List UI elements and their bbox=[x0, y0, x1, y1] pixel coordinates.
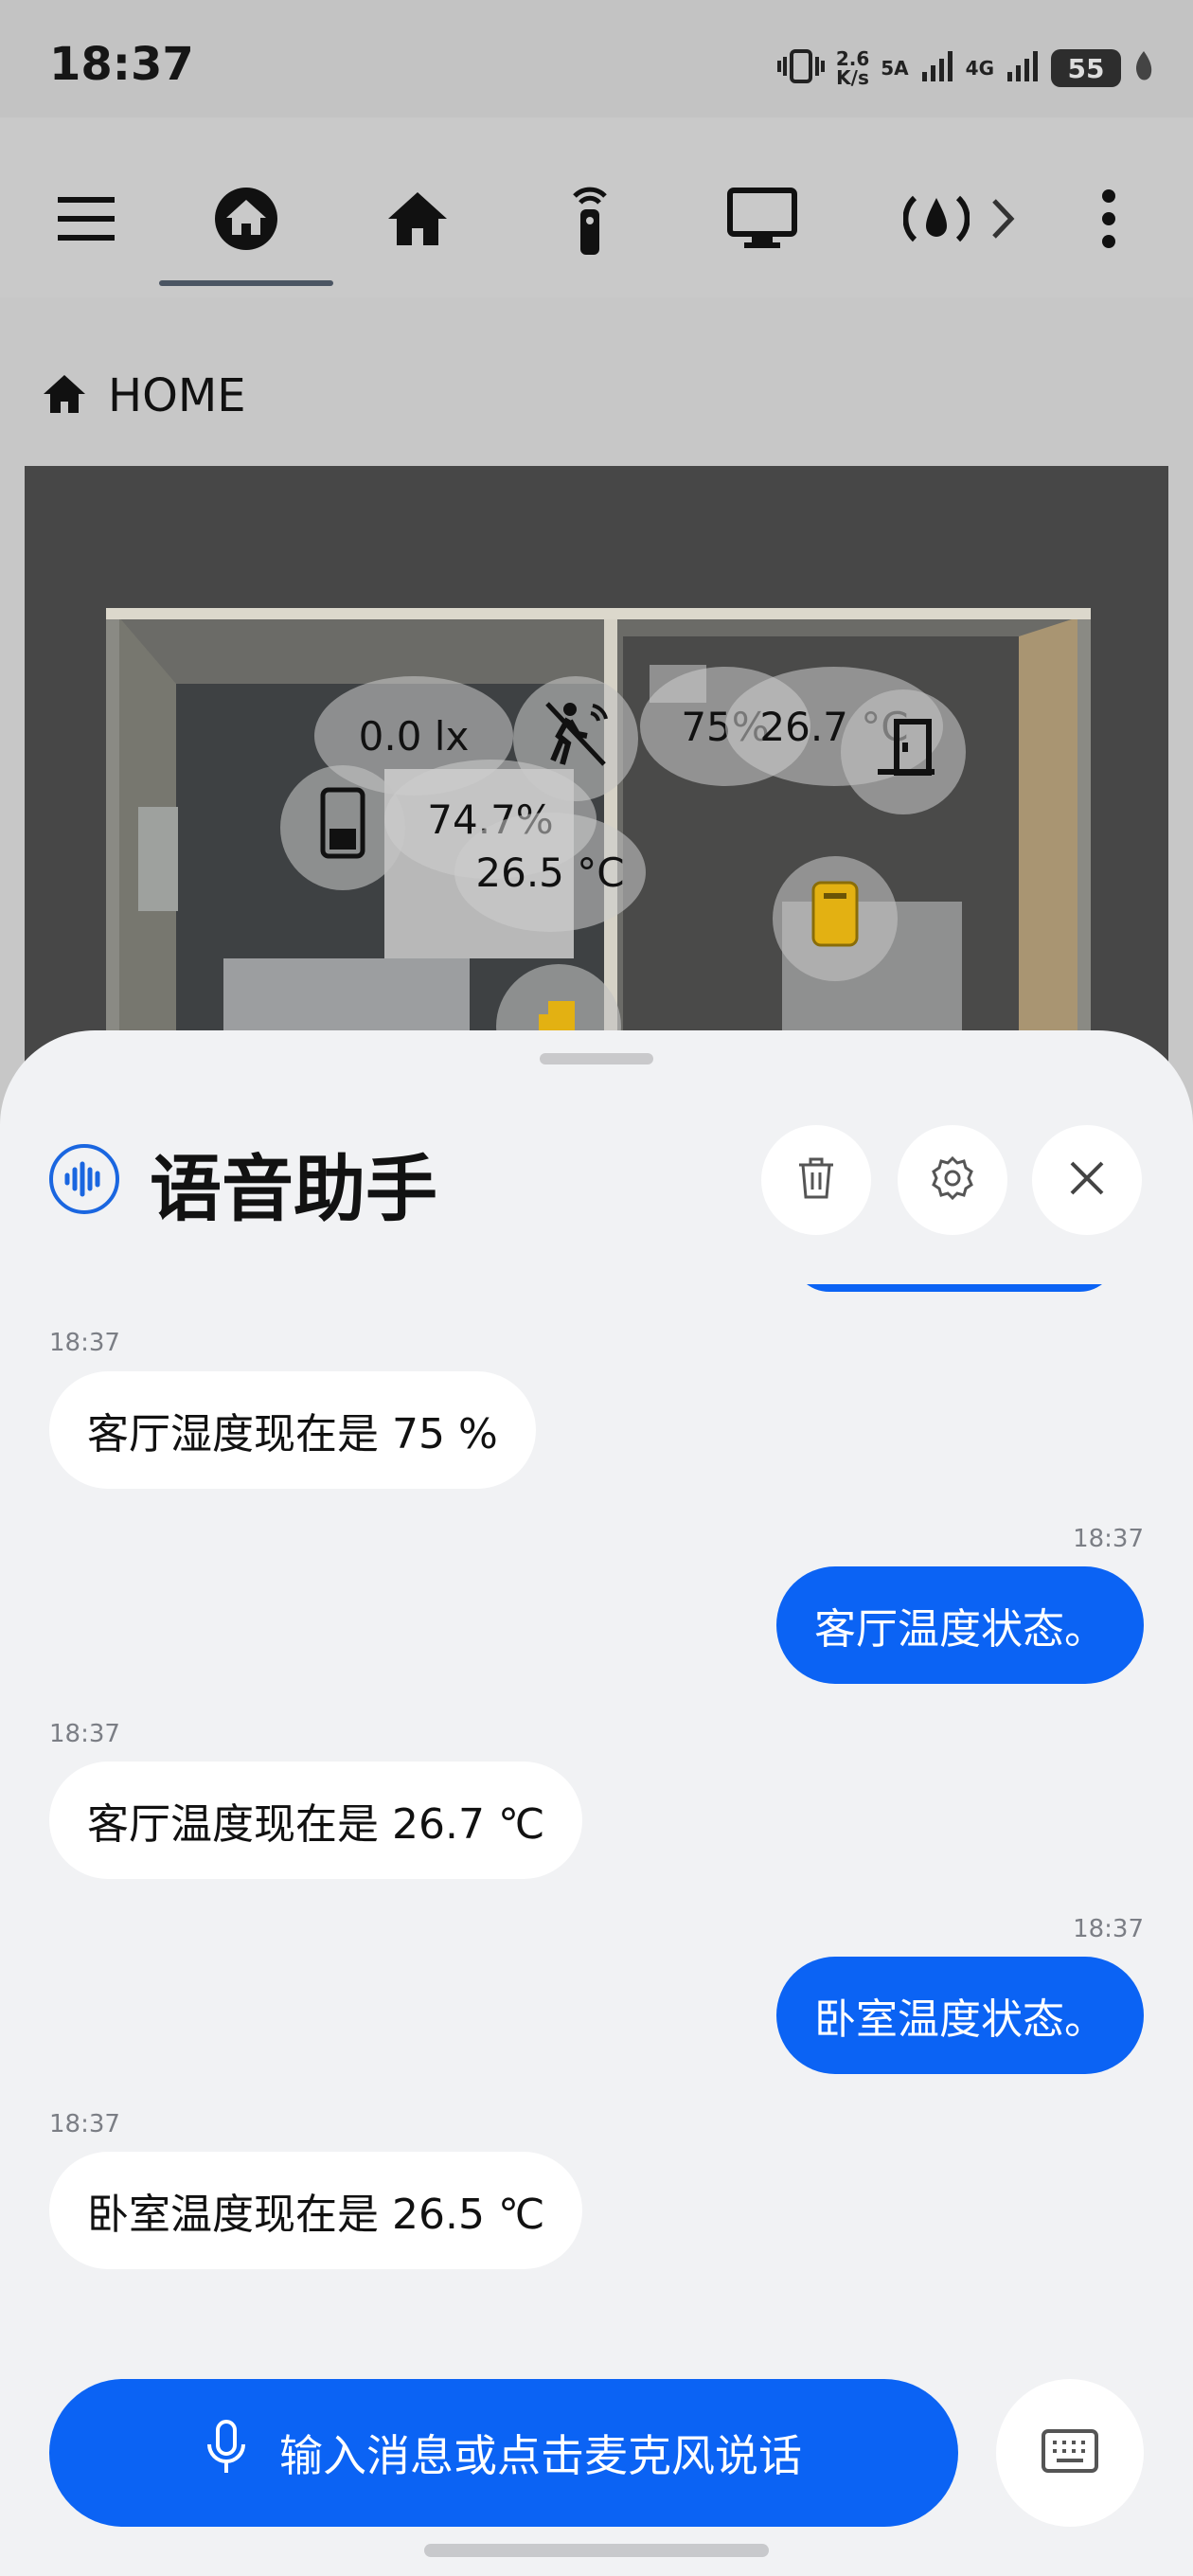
message-timestamp: 18:37 bbox=[49, 1329, 120, 1357]
close-button[interactable] bbox=[1032, 1125, 1142, 1235]
message-timestamp: 18:37 bbox=[1073, 1915, 1144, 1943]
door-sensor[interactable] bbox=[841, 689, 966, 814]
battery-indicator: 55 bbox=[1051, 49, 1121, 87]
keyboard-toggle-button[interactable] bbox=[996, 2379, 1144, 2527]
assistant-title: 语音助手 bbox=[150, 1147, 437, 1231]
tab-home[interactable] bbox=[365, 169, 470, 273]
assistant-message: 客厅温度现在是 26.7 ℃ bbox=[49, 1762, 583, 1879]
bedroom-temperature-value[interactable]: 26.5 °C bbox=[454, 813, 646, 932]
sim2-label: 4G bbox=[965, 57, 994, 80]
home-indicator[interactable] bbox=[424, 2544, 769, 2557]
remote-icon bbox=[561, 181, 618, 260]
status-bar: 18:37 2.6 K/s 5A 4G 55 bbox=[0, 0, 1193, 117]
net-speed-unit: K/s bbox=[836, 66, 869, 89]
message-timestamp: 18:37 bbox=[1073, 1525, 1144, 1553]
chevron-right-icon bbox=[988, 195, 1017, 246]
tabs-scroll-right-button[interactable] bbox=[951, 169, 1055, 273]
selected-tab-indicator bbox=[159, 280, 333, 286]
tab-monitor[interactable] bbox=[710, 169, 814, 273]
user-message: 卧室温度状态。 bbox=[776, 1957, 1144, 2074]
clear-history-button[interactable] bbox=[761, 1125, 871, 1235]
voice-input-button[interactable]: 输入消息或点击麦克风说话 bbox=[49, 2379, 958, 2527]
status-time: 18:37 bbox=[49, 38, 194, 91]
menu-icon bbox=[56, 195, 116, 246]
keyboard-icon bbox=[1042, 2429, 1098, 2477]
input-placeholder: 输入消息或点击麦克风说话 bbox=[279, 2430, 802, 2481]
trash-icon bbox=[795, 1155, 837, 1205]
top-app-bar bbox=[0, 117, 1193, 297]
home-circle-icon bbox=[213, 186, 279, 256]
home-icon bbox=[42, 373, 87, 419]
close-icon bbox=[1068, 1159, 1106, 1201]
tab-remote[interactable] bbox=[538, 169, 642, 273]
monitor-icon bbox=[727, 188, 797, 254]
breadcrumb-label: HOME bbox=[108, 369, 246, 422]
sim1-label: 5A bbox=[881, 57, 909, 80]
more-vert-icon bbox=[1099, 188, 1118, 253]
net-speed: 2.6 K/s bbox=[836, 49, 869, 87]
gear-icon bbox=[930, 1155, 975, 1205]
door-icon bbox=[870, 716, 936, 788]
assistant-message: 客厅湿度现在是 75 % bbox=[49, 1371, 536, 1489]
message-timestamp: 18:37 bbox=[49, 1720, 120, 1748]
home-icon bbox=[386, 190, 449, 251]
more-options-button[interactable] bbox=[1057, 169, 1161, 273]
leaf-icon bbox=[1132, 49, 1155, 87]
sheet-drag-handle[interactable] bbox=[540, 1053, 653, 1064]
menu-button[interactable] bbox=[34, 169, 138, 273]
air-purifier-icon bbox=[810, 880, 860, 957]
status-icons: 2.6 K/s 5A 4G 55 bbox=[776, 42, 1155, 95]
signal-icon bbox=[920, 49, 954, 87]
signal-icon-2 bbox=[1006, 49, 1040, 87]
settings-button[interactable] bbox=[898, 1125, 1007, 1235]
net-speed-value: 2.6 bbox=[835, 47, 870, 70]
microphone-icon bbox=[205, 2419, 247, 2487]
air-purifier-device[interactable] bbox=[773, 856, 898, 981]
phone-icon bbox=[320, 787, 365, 868]
message-timestamp: 18:37 bbox=[49, 2110, 120, 2138]
user-message: 客厅温度状态。 bbox=[776, 1566, 1144, 1684]
assistant-message: 卧室温度现在是 26.5 ℃ bbox=[49, 2152, 583, 2269]
breadcrumb: HOME bbox=[42, 369, 246, 422]
vibrate-icon bbox=[776, 47, 825, 89]
voice-assistant-icon bbox=[49, 1144, 119, 1214]
tab-home-overview[interactable] bbox=[194, 169, 298, 273]
floorplan-card: 0.0 lx 75% 26.7 °C 74.7% 26.5 °C bbox=[25, 466, 1168, 1072]
motion-sensor-icon bbox=[542, 700, 610, 778]
